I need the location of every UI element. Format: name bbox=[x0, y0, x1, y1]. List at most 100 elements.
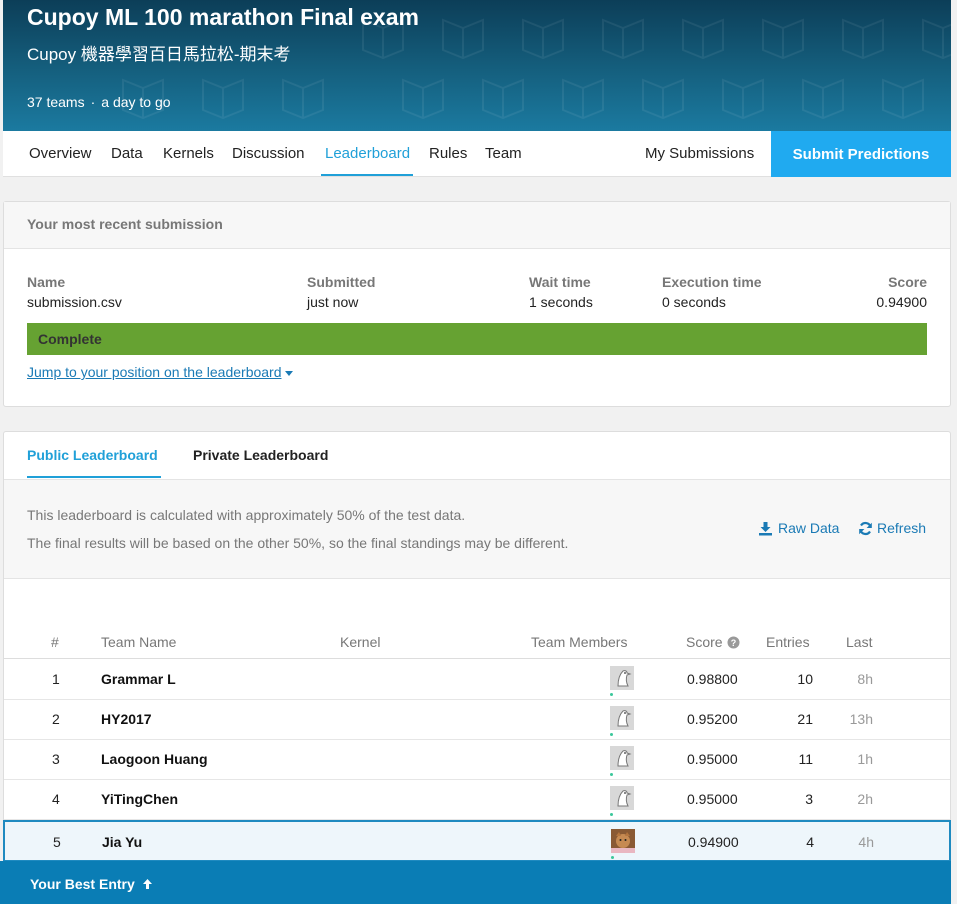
row-team-name[interactable]: HY2017 bbox=[101, 711, 152, 727]
raw-data-label: Raw Data bbox=[778, 520, 840, 536]
row-rank: 3 bbox=[52, 751, 60, 767]
row-rank: 2 bbox=[52, 711, 60, 727]
row-last: 8h bbox=[857, 671, 873, 687]
submit-predictions-button[interactable]: Submit Predictions bbox=[771, 131, 951, 177]
refresh-link[interactable]: Refresh bbox=[858, 520, 926, 536]
bird-avatar-icon[interactable] bbox=[610, 666, 634, 690]
score-label: Score bbox=[888, 274, 927, 290]
refresh-icon bbox=[859, 521, 872, 535]
table-row[interactable]: 4 YiTingChen 0.95000 3 2h bbox=[4, 779, 950, 820]
best-entry-label: Your Best Entry bbox=[30, 876, 135, 892]
col-last-header: Last bbox=[846, 634, 873, 650]
tab-discussion[interactable]: Discussion bbox=[232, 145, 305, 162]
meta-separator: · bbox=[90, 94, 96, 110]
team-count: 37 teams bbox=[27, 94, 85, 110]
competition-meta: 37 teams · a day to go bbox=[27, 94, 171, 110]
row-entries: 11 bbox=[798, 751, 813, 767]
row-team-name[interactable]: YiTingChen bbox=[101, 791, 178, 807]
caret-down-icon bbox=[284, 370, 293, 376]
tab-rules[interactable]: Rules bbox=[429, 145, 467, 162]
row-team-name[interactable]: Jia Yu bbox=[102, 834, 142, 850]
row-score: 0.95200 bbox=[687, 711, 738, 727]
row-score: 0.94900 bbox=[688, 834, 739, 850]
row-entries: 21 bbox=[797, 711, 813, 727]
wait-time-label: Wait time bbox=[529, 274, 591, 290]
submission-status-text: Complete bbox=[38, 331, 102, 347]
leaderboard-tabs: Public Leaderboard Private Leaderboard bbox=[4, 432, 950, 479]
photo-avatar-icon[interactable] bbox=[611, 829, 635, 853]
col-kernel-header: Kernel bbox=[340, 634, 381, 650]
row-entries: 10 bbox=[797, 671, 813, 687]
leaderboard-tab-indicator bbox=[27, 476, 161, 478]
tab-team[interactable]: Team bbox=[485, 145, 522, 162]
arrow-up-icon bbox=[142, 879, 152, 889]
table-row-your-team[interactable]: 5 Jia Yu 0.94900 4 4h bbox=[3, 820, 951, 862]
col-score-header: Score ? bbox=[686, 634, 740, 650]
row-last: 1h bbox=[857, 751, 873, 767]
row-rank: 1 bbox=[52, 671, 60, 687]
bird-avatar-icon[interactable] bbox=[610, 746, 634, 770]
deadline-text: a day to go bbox=[101, 94, 171, 110]
submission-name-value: submission.csv bbox=[27, 294, 122, 310]
execution-time-value: 0 seconds bbox=[662, 294, 726, 310]
row-team-name[interactable]: Grammar L bbox=[101, 671, 176, 687]
row-rank: 4 bbox=[52, 791, 60, 807]
table-row[interactable]: 1 Grammar L 0.98800 10 8h bbox=[4, 659, 950, 700]
online-dot bbox=[610, 813, 613, 816]
online-dot bbox=[610, 733, 613, 736]
col-team-members-header: Team Members bbox=[531, 634, 628, 650]
submission-name-label: Name bbox=[27, 274, 66, 290]
row-team-name[interactable]: Laogoon Huang bbox=[101, 751, 208, 767]
refresh-label: Refresh bbox=[877, 520, 927, 536]
tab-kernels[interactable]: Kernels bbox=[163, 145, 214, 162]
col-entries-header: Entries bbox=[766, 634, 810, 650]
leaderboard-card: Public Leaderboard Private Leaderboard T… bbox=[3, 431, 951, 904]
row-last: 13h bbox=[849, 711, 873, 727]
submitted-label: Submitted bbox=[307, 274, 376, 290]
leaderboard-info-panel: This leaderboard is calculated with appr… bbox=[4, 479, 950, 579]
tab-public-leaderboard[interactable]: Public Leaderboard bbox=[27, 447, 158, 463]
tab-leaderboard[interactable]: Leaderboard bbox=[325, 145, 410, 162]
jump-to-position-link[interactable]: Jump to your position on the leaderboard bbox=[27, 364, 293, 380]
table-row[interactable]: 3 Laogoon Huang 0.95000 11 1h bbox=[4, 739, 950, 780]
row-score: 0.98800 bbox=[687, 671, 738, 687]
online-dot bbox=[610, 693, 613, 696]
col-rank-header: # bbox=[51, 634, 59, 650]
submitted-value: just now bbox=[307, 294, 359, 310]
execution-time-label: Execution time bbox=[662, 274, 762, 290]
row-entries: 3 bbox=[805, 791, 813, 807]
col-team-name-header: Team Name bbox=[101, 634, 177, 650]
download-icon bbox=[759, 521, 772, 535]
row-score: 0.95000 bbox=[687, 791, 738, 807]
submission-status-bar: Complete bbox=[27, 323, 927, 355]
row-last: 4h bbox=[858, 834, 874, 850]
bird-avatar-icon[interactable] bbox=[610, 706, 634, 730]
score-value: 0.94900 bbox=[876, 294, 927, 310]
help-icon[interactable]: ? bbox=[727, 636, 740, 649]
svg-text:?: ? bbox=[730, 638, 736, 648]
recent-submission-card: Your most recent submission Name submiss… bbox=[3, 201, 951, 407]
online-dot bbox=[610, 773, 613, 776]
your-best-entry-bar[interactable]: Your Best Entry bbox=[0, 861, 951, 904]
tab-data[interactable]: Data bbox=[111, 145, 143, 162]
wait-time-value: 1 seconds bbox=[529, 294, 593, 310]
info-line-2: The final results will be based on the o… bbox=[27, 535, 569, 551]
tab-overview[interactable]: Overview bbox=[29, 145, 92, 162]
bird-avatar-icon[interactable] bbox=[610, 786, 634, 810]
score-header-label: Score bbox=[686, 634, 723, 650]
info-line-1: This leaderboard is calculated with appr… bbox=[27, 507, 466, 523]
row-entries: 4 bbox=[806, 834, 814, 850]
active-tab-indicator bbox=[321, 174, 413, 176]
tab-private-leaderboard[interactable]: Private Leaderboard bbox=[193, 447, 328, 463]
raw-data-link[interactable]: Raw Data bbox=[758, 520, 839, 536]
competition-title: Cupoy ML 100 marathon Final exam bbox=[27, 4, 419, 30]
row-last: 2h bbox=[857, 791, 873, 807]
table-row[interactable]: 2 HY2017 0.95200 21 13h bbox=[4, 699, 950, 740]
competition-nav: Overview Data Kernels Discussion Leaderb… bbox=[3, 131, 951, 177]
competition-header: Cupoy ML 100 marathon Final exam Cupoy 機… bbox=[3, 0, 951, 131]
competition-subtitle: Cupoy 機器學習百日馬拉松-期末考 bbox=[27, 45, 291, 64]
online-dot bbox=[611, 856, 614, 859]
recent-submission-heading: Your most recent submission bbox=[4, 202, 950, 249]
my-submissions-link[interactable]: My Submissions bbox=[645, 145, 754, 162]
jump-link-text: Jump to your position on the leaderboard bbox=[27, 364, 282, 380]
